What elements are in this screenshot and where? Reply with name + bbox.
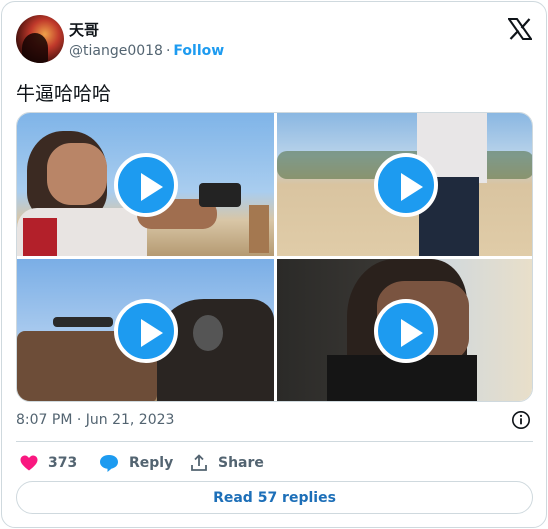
play-icon[interactable] [373,152,438,217]
video-thumbnail-4[interactable] [277,259,532,401]
video-thumbnail-2[interactable] [277,113,532,256]
reply-label: Reply [129,455,174,471]
info-icon[interactable] [511,410,531,430]
follow-button[interactable]: Follow [173,43,224,59]
share-upload-icon [191,454,207,471]
separator-dot: · [165,43,171,59]
play-icon[interactable] [113,299,178,363]
play-icon[interactable] [113,152,178,217]
read-replies-button[interactable]: Read 57 replies [16,481,533,514]
tweet-timestamp[interactable]: 8:07 PM · Jun 21, 2023 [16,412,174,428]
divider [16,441,533,442]
tweet-card: 天哥 @tiange0018 · Follow 牛逼哈哈哈 8:07 PM · … [1,1,547,528]
media-grid [16,112,533,402]
x-logo-icon[interactable] [508,18,532,40]
share-label: Share [218,455,264,471]
author-display-name[interactable]: 天哥 [69,19,99,40]
heart-icon [20,455,38,471]
share-button[interactable]: Share [189,451,264,475]
reply-button[interactable]: Reply [98,451,173,475]
play-icon[interactable] [373,299,438,363]
author-handle[interactable]: @tiange0018 [69,43,163,59]
video-thumbnail-1[interactable] [17,113,274,256]
reply-bubble-icon [100,455,118,472]
video-thumbnail-3[interactable] [17,259,274,401]
author-handle-row: @tiange0018 · Follow [69,43,224,59]
avatar[interactable] [16,15,64,63]
like-count: 373 [48,455,78,471]
like-button[interactable]: 373 [19,451,77,475]
tweet-text: 牛逼哈哈哈 [16,83,112,105]
